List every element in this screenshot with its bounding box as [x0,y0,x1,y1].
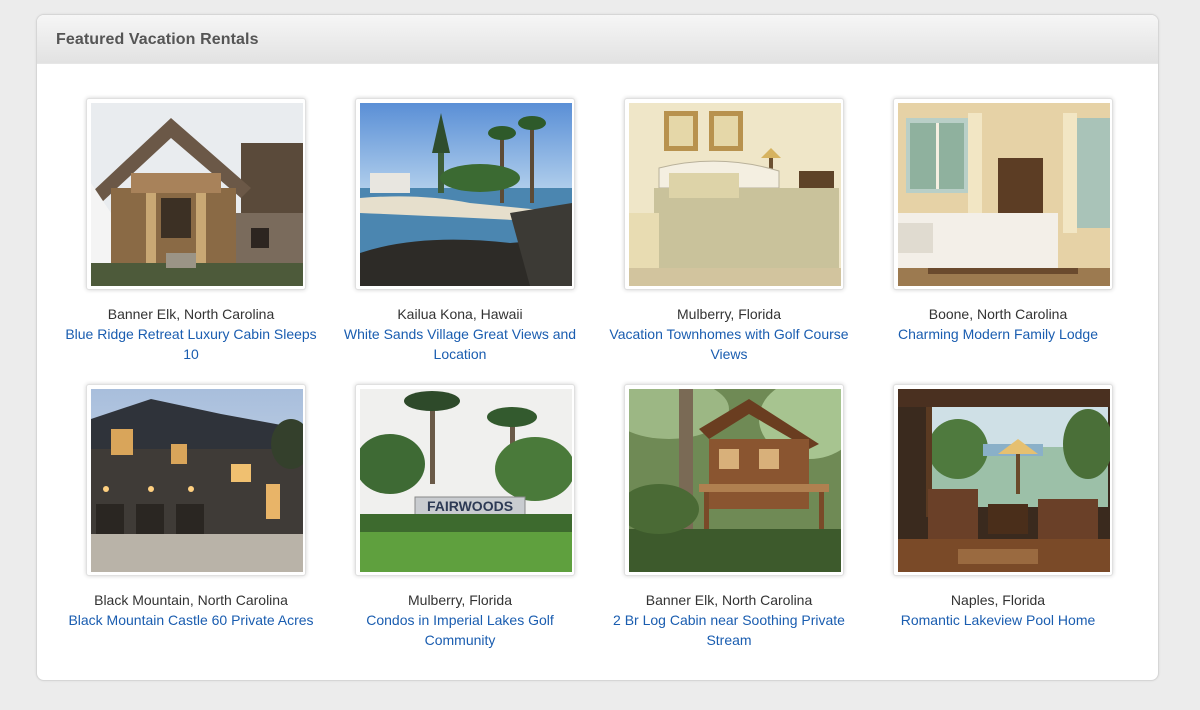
listing-title-link[interactable]: Vacation Townhomes with Golf Course View… [598,324,860,364]
lodge-bedroom-photo [898,103,1110,286]
listing-title-link[interactable]: Black Mountain Castle 60 Private Acres [60,610,322,630]
listing-location: Kailua Kona, Hawaii [397,306,523,322]
listing-photo-link[interactable] [893,384,1113,576]
featured-rentals-panel: Featured Vacation Rentals Banner Elk, No… [36,14,1159,681]
listing-title-link[interactable]: Condos in Imperial Lakes Golf Community [329,610,591,650]
listing-photo-link[interactable] [86,98,306,290]
listing-location: Black Mountain, North Carolina [94,592,288,608]
bedroom-photo [629,103,841,286]
listing-photo-link[interactable] [624,98,844,290]
log-lodge-photo [91,103,303,286]
listing-photo-link[interactable] [893,98,1113,290]
lakeview-room-photo [898,389,1110,572]
listing-title-link[interactable]: 2 Br Log Cabin near Soothing Private Str… [598,610,860,650]
listing-photo-link[interactable] [624,384,844,576]
listing-photo-link[interactable]: FAIRWOODS [355,384,575,576]
stone-castle-photo [91,389,303,572]
panel-header: Featured Vacation Rentals [37,15,1158,64]
listing-photo-link[interactable] [355,98,575,290]
listing-location: Mulberry, Florida [677,306,781,322]
sign-text: FAIRWOODS [427,498,513,514]
listing-location: Banner Elk, North Carolina [645,592,813,608]
listing-location: Boone, North Carolina [928,306,1068,322]
listing-title-link[interactable]: White Sands Village Great Views and Loca… [329,324,591,364]
listing-location: Mulberry, Florida [408,592,512,608]
listing-title-link[interactable]: Blue Ridge Retreat Luxury Cabin Sleeps 1… [60,324,322,364]
listing-title-link[interactable]: Charming Modern Family Lodge [867,324,1129,344]
listing-location: Naples, Florida [950,592,1046,608]
listing-location: Banner Elk, North Carolina [107,306,275,322]
community-sign-photo: FAIRWOODS [360,389,572,572]
listing-title-link[interactable]: Romantic Lakeview Pool Home [867,610,1129,630]
beach-palms-photo [360,103,572,286]
section-title: Featured Vacation Rentals [56,31,259,48]
log-cabin-photo [629,389,841,572]
listing-photo-link[interactable] [86,384,306,576]
